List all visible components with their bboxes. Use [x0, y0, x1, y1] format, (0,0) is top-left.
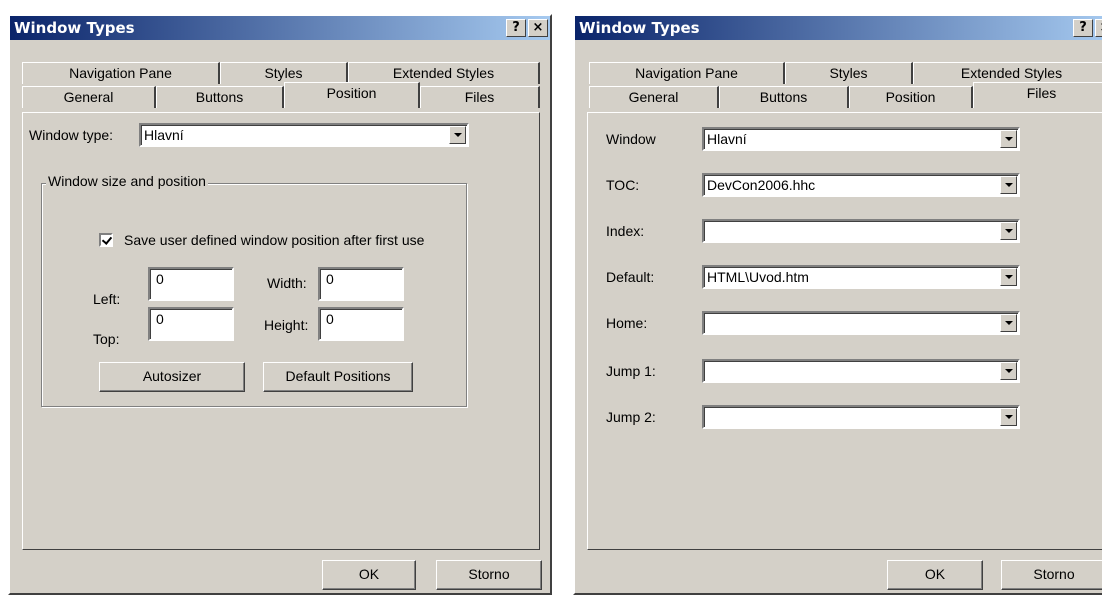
files-tab-panel: Window Hlavní TOC: DevCon2006.hhc Index:…	[587, 112, 1102, 550]
tab-general[interactable]: General	[589, 86, 719, 108]
chevron-down-icon[interactable]	[1000, 314, 1017, 332]
field-label-jump1: Jump 1:	[606, 363, 656, 379]
window-title: Window Types	[579, 19, 700, 37]
left-label: Left:	[93, 291, 121, 307]
title-bar: Window Types ? ×	[575, 16, 1102, 40]
tab-navigation-pane[interactable]: Navigation Pane	[589, 62, 785, 84]
help-button[interactable]: ?	[506, 19, 526, 37]
window-combobox[interactable]: Hlavní	[702, 127, 1020, 151]
width-input[interactable]: 0	[318, 267, 404, 301]
tab-files[interactable]: Files	[973, 82, 1102, 108]
ok-button[interactable]: OK	[887, 560, 983, 590]
tab-extended-styles[interactable]: Extended Styles	[913, 62, 1102, 84]
tab-position[interactable]: Position	[849, 86, 973, 108]
default-combobox[interactable]: HTML\Uvod.htm	[702, 265, 1020, 289]
window-types-dialog-position: Window Types ? × Navigation Pane Styles …	[8, 14, 552, 595]
top-input[interactable]: 0	[148, 307, 234, 341]
window-type-combobox[interactable]: Hlavní	[139, 123, 469, 147]
tab-styles[interactable]: Styles	[220, 62, 348, 84]
index-combobox[interactable]	[702, 219, 1020, 243]
position-tab-panel: Window type: Hlavní Window size and posi…	[22, 112, 540, 550]
window-type-value: Hlavní	[144, 127, 184, 143]
tab-files[interactable]: Files	[420, 86, 540, 108]
width-label: Width:	[267, 275, 307, 291]
field-label-toc: TOC:	[606, 177, 640, 193]
close-button[interactable]: ×	[528, 19, 548, 37]
window-types-dialog-files: Window Types ? × Navigation Pane Styles …	[573, 14, 1102, 595]
field-label-home: Home:	[606, 315, 648, 331]
autosizer-button[interactable]: Autosizer	[99, 362, 245, 392]
chevron-down-icon[interactable]	[1000, 176, 1017, 194]
tab-navigation-pane[interactable]: Navigation Pane	[22, 62, 220, 84]
tab-position[interactable]: Position	[284, 82, 420, 108]
height-label: Height:	[264, 317, 309, 333]
help-button[interactable]: ?	[1073, 19, 1093, 37]
field-label-default: Default:	[606, 269, 655, 285]
window-value: Hlavní	[707, 131, 747, 147]
default-value: HTML\Uvod.htm	[707, 269, 809, 285]
ok-button[interactable]: OK	[322, 560, 416, 590]
chevron-down-icon[interactable]	[1000, 362, 1017, 380]
height-input[interactable]: 0	[318, 307, 404, 341]
window-title: Window Types	[14, 19, 135, 37]
default-positions-button[interactable]: Default Positions	[263, 362, 413, 392]
save-position-label: Save user defined window position after …	[124, 232, 425, 248]
chevron-down-icon[interactable]	[449, 126, 466, 144]
chevron-down-icon[interactable]	[1000, 408, 1017, 426]
field-label-index: Index:	[606, 223, 645, 239]
close-button[interactable]: ×	[1095, 19, 1102, 37]
tab-buttons[interactable]: Buttons	[156, 86, 284, 108]
jump1-combobox[interactable]	[702, 359, 1020, 383]
chevron-down-icon[interactable]	[1000, 130, 1017, 148]
window-type-label: Window type:	[29, 127, 114, 143]
home-combobox[interactable]	[702, 311, 1020, 335]
cancel-button[interactable]: Storno	[436, 560, 542, 590]
chevron-down-icon[interactable]	[1000, 222, 1017, 240]
save-position-checkbox[interactable]	[99, 233, 113, 247]
cancel-button[interactable]: Storno	[1001, 560, 1102, 590]
chevron-down-icon[interactable]	[1000, 268, 1017, 286]
top-label: Top:	[93, 331, 120, 347]
tab-extended-styles[interactable]: Extended Styles	[348, 62, 540, 84]
tab-general[interactable]: General	[22, 86, 156, 108]
toc-value: DevCon2006.hhc	[707, 177, 816, 193]
group-title: Window size and position	[46, 173, 208, 189]
tab-buttons[interactable]: Buttons	[719, 86, 849, 108]
toc-combobox[interactable]: DevCon2006.hhc	[702, 173, 1020, 197]
left-input[interactable]: 0	[148, 267, 234, 301]
jump2-combobox[interactable]	[702, 405, 1020, 429]
field-label-window: Window	[606, 131, 656, 147]
tab-styles[interactable]: Styles	[785, 62, 913, 84]
title-bar: Window Types ? ×	[10, 16, 550, 40]
field-label-jump2: Jump 2:	[606, 409, 656, 425]
